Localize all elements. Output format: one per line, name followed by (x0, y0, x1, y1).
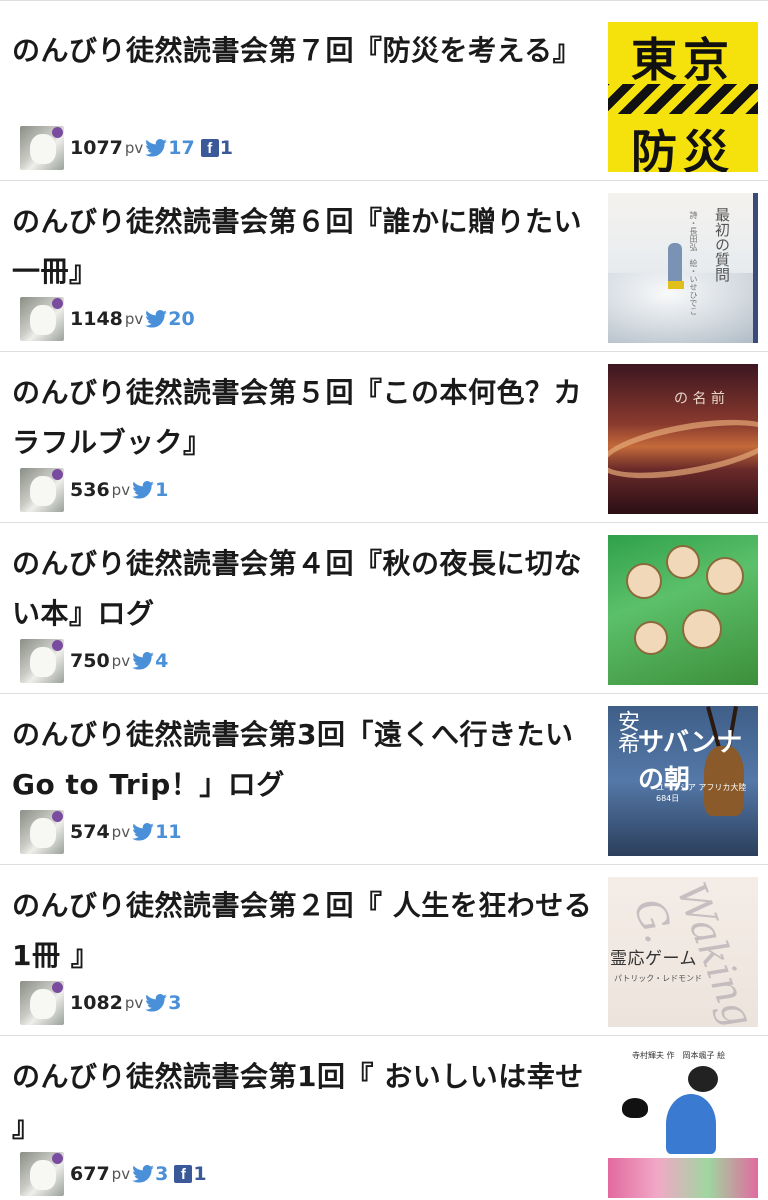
thumb-line2: 防災 (631, 125, 735, 172)
cat-avatar-icon (20, 981, 64, 1025)
pv-unit: pv (111, 652, 131, 670)
tweet-count: 4 (155, 650, 169, 672)
tweet-count: 17 (168, 137, 195, 159)
article-meta: 1077 pv 17 f 1 (20, 126, 233, 170)
twitter-bird-icon (145, 139, 168, 157)
cat-avatar-icon (20, 126, 64, 170)
pv-count: 574 (70, 821, 110, 843)
pv-unit: pv (111, 481, 131, 499)
article-entry[interactable]: のんびり徒然読書会第２回『 人生を狂わせる1冊 』 1082 pv 3 Waki… (0, 865, 768, 1036)
article-meta: 677 pv 3 f 1 (20, 1152, 207, 1196)
twitter-bird-icon (145, 994, 168, 1012)
article-title[interactable]: のんびり徒然読書会第3回「遠くへ行きたい Go to Trip！」ログ (12, 710, 597, 810)
article-meta: 1082 pv 3 (20, 981, 182, 1025)
facebook-count: 1 (219, 137, 233, 159)
tweet-count: 3 (155, 1163, 169, 1185)
book-title: 最初の質問 (713, 207, 731, 282)
article-title[interactable]: のんびり徒然読書会第５回『この本何色？カラフルブック』 (12, 368, 597, 468)
cat-avatar-icon (20, 297, 64, 341)
article-list: のんびり徒然読書会第７回『防災を考える』 1077 pv 17 f 1 東京 防… (0, 0, 768, 1200)
crow-figure (622, 1098, 648, 1118)
cat-avatar-icon (20, 1152, 64, 1196)
cat-avatar-icon (20, 468, 64, 512)
thumb-line1: 東京 (631, 33, 735, 87)
article-thumbnail[interactable]: の 名 前 (608, 364, 758, 514)
pv-count: 677 (70, 1163, 110, 1185)
book-title: の 名 前 (674, 391, 725, 407)
book-title: 霊応ゲーム (610, 949, 697, 969)
article-thumbnail[interactable]: 寺村輝夫 作 岡本颯子 絵 (608, 1048, 758, 1198)
tweet-count: 20 (168, 308, 195, 330)
cat-avatar-icon (20, 639, 64, 683)
book-credit: 詩・長田弘 絵・いせひでこ (689, 211, 698, 315)
article-thumbnail[interactable]: 最初の質問 詩・長田弘 絵・いせひでこ (608, 193, 758, 343)
twitter-bird-icon (132, 652, 154, 670)
article-entry[interactable]: のんびり徒然読書会第７回『防災を考える』 1077 pv 17 f 1 東京 防… (0, 10, 768, 181)
pv-count: 1077 (70, 137, 123, 159)
twitter-bird-icon (145, 310, 168, 328)
twitter-bird-icon (132, 481, 154, 499)
cat-avatar-icon (20, 810, 64, 854)
hazard-stripes (608, 84, 758, 114)
book-subtitle: ユーラシア アフリカ大陸 684日 (656, 783, 747, 803)
twitter-bird-icon (132, 1165, 154, 1183)
tweet-count: 1 (155, 479, 169, 501)
article-entry[interactable]: のんびり徒然読書会第3回「遠くへ行きたい Go to Trip！」ログ 574 … (0, 694, 768, 865)
article-thumbnail[interactable]: 東京 防災 (608, 22, 758, 172)
tweet-count: 3 (168, 992, 182, 1014)
article-thumbnail[interactable]: Waking G. 霊応ゲーム パトリック・レドモンド (608, 877, 758, 1027)
article-meta: 1148 pv 20 (20, 297, 195, 341)
pv-count: 750 (70, 650, 110, 672)
girl-figure (666, 1094, 716, 1154)
facebook-icon: f (174, 1165, 193, 1183)
pv-count: 1148 (70, 308, 123, 330)
twitter-bird-icon (132, 823, 154, 841)
article-title[interactable]: のんびり徒然読書会第２回『 人生を狂わせる1冊 』 (12, 881, 597, 981)
girl-figure (668, 243, 682, 283)
pv-unit: pv (124, 994, 144, 1012)
article-entry[interactable]: のんびり徒然読書会第６回『誰かに贈りたい一冊』 1148 pv 20 最初の質問… (0, 181, 768, 352)
pv-count: 1082 (70, 992, 123, 1014)
article-entry[interactable]: のんびり徒然読書会第５回『この本何色？カラフルブック』 536 pv 1 の 名… (0, 352, 768, 523)
tweet-count: 11 (155, 821, 182, 843)
article-title[interactable]: のんびり徒然読書会第４回『秋の夜長に切ない本』ログ (12, 539, 597, 639)
article-thumbnail[interactable]: 安希 サバンナの朝 ユーラシア アフリカ大陸 684日 (608, 706, 758, 856)
article-title[interactable]: のんびり徒然読書会第７回『防災を考える』 (12, 26, 597, 76)
article-entry[interactable]: のんびり徒然読書会第1回『 おいしいは幸せ 』 677 pv 3 f 1 寺村輝… (0, 1036, 768, 1200)
article-meta: 750 pv 4 (20, 639, 168, 683)
article-meta: 574 pv 11 (20, 810, 182, 854)
article-thumbnail[interactable] (608, 535, 758, 685)
facebook-icon: f (200, 139, 219, 157)
pv-unit: pv (111, 823, 131, 841)
book-subtitle: パトリック・レドモンド (614, 974, 703, 983)
pv-unit: pv (124, 310, 144, 328)
pv-count: 536 (70, 479, 110, 501)
book-credit: 寺村輝夫 作 岡本颯子 絵 (632, 1051, 726, 1060)
article-entry[interactable]: のんびり徒然読書会第４回『秋の夜長に切ない本』ログ 750 pv 4 (0, 523, 768, 694)
pv-unit: pv (124, 139, 144, 157)
pv-unit: pv (111, 1165, 131, 1183)
article-meta: 536 pv 1 (20, 468, 168, 512)
article-title[interactable]: のんびり徒然読書会第６回『誰かに贈りたい一冊』 (12, 197, 597, 297)
facebook-count: 1 (193, 1163, 207, 1185)
article-title[interactable]: のんびり徒然読書会第1回『 おいしいは幸せ 』 (12, 1052, 597, 1152)
